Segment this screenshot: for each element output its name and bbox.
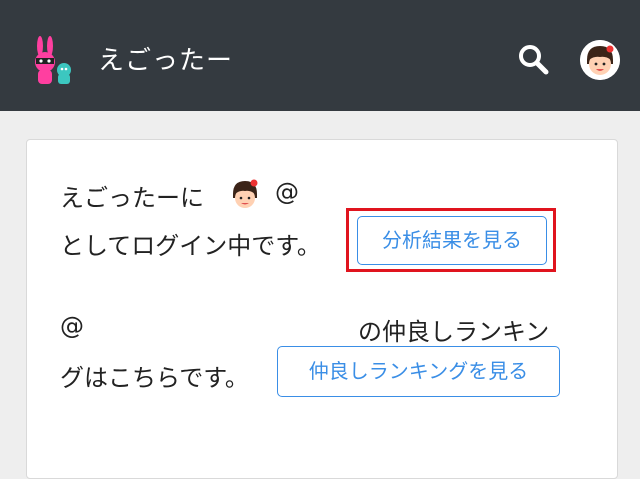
login-at-sign: @ [275, 178, 299, 206]
view-analysis-button[interactable]: 分析結果を見る [357, 216, 547, 265]
user-avatar-small-icon [233, 179, 258, 208]
ranking-intro-text-cont: グはこちらです。 [60, 364, 249, 392]
view-ranking-button[interactable]: 仲良しランキングを見る [277, 346, 560, 397]
header-bar: えごったー [0, 0, 640, 111]
ranking-at-sign: @ [60, 312, 84, 340]
login-status-text: としてログイン中です。 [60, 232, 321, 260]
user-avatar-icon [580, 40, 620, 80]
user-avatar-button[interactable] [580, 40, 620, 80]
bunny-logo-icon[interactable] [30, 36, 74, 86]
ranking-intro-text: の仲良しランキン [358, 318, 550, 346]
login-prefix-text: えごったーに [60, 184, 204, 212]
app-title[interactable]: えごったー [98, 40, 233, 77]
search-icon[interactable] [516, 42, 550, 76]
